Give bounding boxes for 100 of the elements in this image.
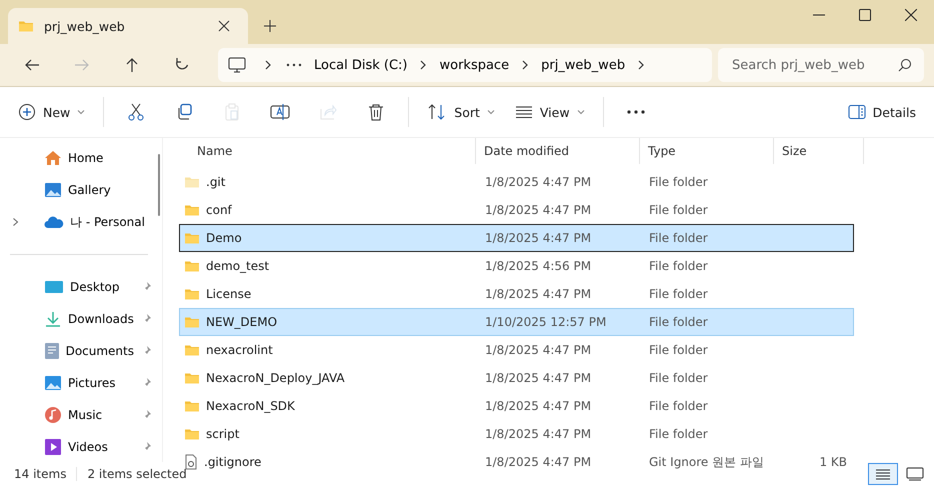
details-view-button[interactable] [868, 463, 898, 485]
folder-icon [184, 203, 200, 217]
folder-icon [184, 427, 200, 441]
file-row[interactable]: NexacroN_SDK 1/8/2025 4:47 PM File folder [179, 392, 854, 420]
folder-icon [184, 399, 200, 413]
date-cell-text: 1/8/2025 4:56 PM [484, 259, 592, 273]
list-lines-icon [514, 105, 533, 119]
caret-icon [576, 109, 585, 115]
type-cell-text: File folder [648, 259, 709, 273]
breadcrumb-item[interactable]: workspace [431, 54, 518, 76]
chevron-right-icon [264, 59, 272, 71]
new-button[interactable]: New [10, 94, 94, 130]
more-icon [626, 109, 646, 115]
column-header[interactable]: Type [640, 138, 774, 164]
music-icon [44, 406, 62, 424]
home-icon [44, 150, 62, 166]
nav-item[interactable]: Music [0, 399, 162, 431]
item-count: 14 items [14, 467, 66, 481]
rename-icon [270, 103, 290, 121]
download-icon [44, 311, 62, 327]
more-icon [286, 63, 302, 67]
file-row[interactable]: Demo 1/8/2025 4:47 PM File folder [179, 224, 854, 252]
type-cell-text: File folder [648, 287, 709, 301]
window-tab[interactable]: prj_web_web [8, 8, 248, 44]
file-row[interactable]: conf 1/8/2025 4:47 PM File folder [179, 196, 854, 224]
nav-item[interactable]: Downloads [0, 303, 162, 335]
close-icon [905, 9, 917, 21]
nav-item[interactable]: Pictures [0, 367, 162, 399]
date-cell-text: 1/8/2025 4:47 PM [484, 427, 592, 441]
column-header[interactable]: Date modified [476, 138, 640, 164]
file-name: Demo [206, 231, 242, 245]
sort-button[interactable]: Sort [419, 94, 503, 130]
view-button[interactable]: View [506, 94, 593, 130]
selection-count: 2 items selected [76, 467, 187, 481]
search-icon [898, 58, 912, 72]
column-header[interactable]: Name [175, 138, 476, 164]
arrow-right-icon [74, 58, 90, 72]
file-row[interactable]: NEW_DEMO 1/10/2025 12:57 PM File folder [179, 308, 854, 336]
type-cell-text: File folder [648, 427, 709, 441]
date-cell-text: 1/10/2025 12:57 PM [484, 315, 608, 329]
file-row[interactable]: .git 1/8/2025 4:47 PM File folder [179, 168, 854, 196]
folder-icon [184, 287, 200, 301]
type-cell-text: File folder [648, 175, 709, 189]
file-row[interactable]: NexacroN_Deploy_JAVA 1/8/2025 4:47 PM File folder [179, 364, 854, 392]
date-cell-text: 1/8/2025 4:47 PM [484, 231, 592, 245]
minimize-icon [813, 14, 825, 16]
file-row[interactable]: nexacrolint 1/8/2025 4:47 PM File folder [179, 336, 854, 364]
file-name: script [206, 427, 240, 441]
file-name: NEW_DEMO [206, 315, 278, 329]
nav-item[interactable]: Videos [0, 431, 162, 463]
folder-icon [184, 175, 200, 189]
column-header[interactable]: Size [774, 138, 864, 164]
file-name: .git [206, 175, 226, 189]
trash-icon [367, 103, 386, 121]
caret-icon [486, 109, 495, 115]
date-cell-text: 1/8/2025 4:47 PM [484, 175, 592, 189]
date-cell-text: 1/8/2025 4:47 PM [484, 203, 592, 217]
preview-icon [906, 467, 924, 481]
address-bar[interactable]: Local Disk (C:) workspace prj_web_web [218, 48, 712, 82]
caret-icon [77, 109, 86, 115]
details-pane-icon [848, 104, 866, 120]
chevron-right-icon [637, 59, 646, 71]
folder-icon [18, 19, 34, 33]
nav-item[interactable]: Desktop [0, 271, 162, 303]
breadcrumb-item[interactable]: Local Disk (C:) [306, 54, 416, 76]
file-name: .gitignore [204, 455, 262, 469]
folder-icon [184, 343, 200, 357]
folder-icon [184, 315, 200, 329]
sort-icon [427, 103, 448, 121]
type-cell-text: File folder [648, 399, 709, 413]
size-cell-text: 1 KB [818, 455, 848, 469]
breadcrumb-item[interactable]: prj_web_web [533, 54, 634, 76]
cloud-icon [44, 215, 64, 229]
type-cell-text: File folder [648, 231, 709, 245]
document-icon [44, 342, 60, 360]
folder-icon [184, 371, 200, 385]
video-icon [44, 438, 62, 456]
desktop-icon [44, 280, 64, 294]
nav-item[interactable]: 나 - Personal [0, 206, 162, 238]
details-button[interactable]: Details [840, 94, 924, 130]
share-icon [319, 103, 338, 121]
arrow-left-icon [24, 58, 40, 72]
file-row[interactable]: demo_test 1/8/2025 4:56 PM File folder [179, 252, 854, 280]
scissors-icon [127, 103, 146, 121]
file-name: NexacroN_Deploy_JAVA [206, 371, 345, 385]
file-row[interactable]: License 1/8/2025 4:47 PM File folder [179, 280, 854, 308]
plus-circle-icon [18, 103, 36, 121]
close-icon [218, 20, 230, 32]
image-icon [44, 182, 62, 198]
file-name: demo_test [206, 259, 270, 273]
file-name: conf [206, 203, 232, 217]
file-name: NexacroN_SDK [206, 399, 295, 413]
nav-item[interactable]: Documents [0, 335, 162, 367]
type-cell-text: Git Ignore 원본 파일 [648, 454, 765, 470]
search-field[interactable]: Search prj_web_web [718, 48, 924, 82]
chevron-right-icon [521, 59, 530, 71]
type-cell-text: File folder [648, 315, 709, 329]
clipboard-icon [223, 103, 242, 121]
chevron-right-icon [419, 59, 428, 71]
file-row[interactable]: script 1/8/2025 4:47 PM File folder [179, 420, 854, 448]
